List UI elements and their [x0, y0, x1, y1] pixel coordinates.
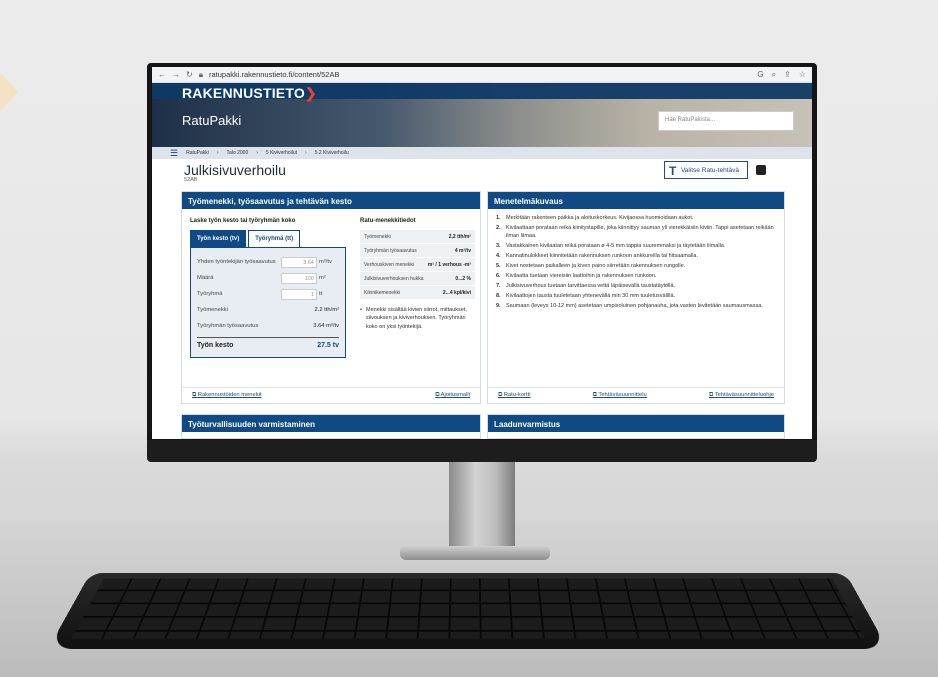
- page-header: Julkisivuverhoilu 52AB T Valitse Ratu-te…: [152, 159, 812, 185]
- link-construction-consumption[interactable]: ⧉ Rakennustöiden menekit: [192, 392, 262, 399]
- keyboard-keys: [71, 578, 865, 639]
- ratu-title: Ratu-menekkitiedot: [360, 218, 416, 224]
- breadcrumb-item[interactable]: RatuPakki: [186, 150, 209, 156]
- labor-panel: Työmenekki, työsaavutus ja tehtävän kest…: [181, 191, 481, 404]
- field-label: Määrä: [197, 275, 214, 281]
- back-icon[interactable]: ←: [158, 70, 166, 79]
- list-item: 2. Kivilaattaan porataan reikä kiinitysta…: [496, 224, 774, 239]
- ratu-row: Julkisivuverhouksen hukka 0...2 %: [360, 272, 475, 286]
- list-item: 9. Saumaan (leveys 10-12 mm) asetetaan um…: [496, 302, 763, 309]
- breadcrumb-item[interactable]: Talo 2000: [227, 150, 249, 156]
- list-item: 8. Kivilaattojen tausta tuuletetaan yhten…: [496, 292, 676, 299]
- ratu-consumption-data: Ratu-menekkitiedot Työmenekki 2,2 tth/m² …: [360, 218, 475, 331]
- total-label: Työn kesto: [197, 342, 234, 349]
- method-steps: 1. Merkitään rakenteen paikka ja aloitusk…: [488, 209, 784, 311]
- team-size-input[interactable]: 1: [281, 288, 317, 300]
- print-icon[interactable]: [756, 165, 766, 175]
- keyboard: [48, 572, 888, 649]
- browser-toolbar: ← → ↻ 🔒︎ ratupakki.rakennustieto.fi/cont…: [152, 67, 812, 83]
- link-ratu-card[interactable]: ⧉ Ratu-kortti: [498, 392, 531, 399]
- total-value: 27.5 tv: [317, 342, 339, 349]
- address-bar[interactable]: ratupakki.rakennustieto.fi/content/52AB: [209, 70, 751, 79]
- share-icon[interactable]: ⇪: [784, 70, 791, 80]
- quantity-input[interactable]: 100: [281, 272, 317, 284]
- quality-panel[interactable]: Laadunvarmistus: [487, 414, 785, 439]
- field-label: Yhden työntekijän työsaavutus: [197, 259, 276, 265]
- star-icon[interactable]: ☆: [799, 70, 806, 80]
- ratu-row: Työmenekki 2,2 tth/m²: [360, 230, 475, 244]
- reload-icon[interactable]: ↻: [186, 70, 193, 79]
- result-value: 3.64 m²/tv: [313, 323, 339, 329]
- safety-panel[interactable]: Työturvallisuuden varmistaminen: [181, 414, 481, 439]
- site-logo[interactable]: RAKENNUSTIETO❯: [182, 85, 317, 102]
- list-item: 4. Kannatinulokkeet kiinnitetään rakennuk…: [496, 252, 699, 259]
- result-label: Työmenekki: [197, 307, 228, 313]
- result-label: Työryhmän työsaavutus: [197, 323, 259, 329]
- breadcrumb-item[interactable]: 5.2 Kiviverhoilu: [315, 150, 349, 156]
- ratu-row: Kiinnikemenekki 2...4 kpl/kivi: [360, 286, 475, 300]
- google-icon[interactable]: G: [757, 70, 763, 80]
- monitor-chin: [147, 440, 817, 462]
- page-code: 52AB: [184, 177, 198, 183]
- lock-icon: 🔒︎: [198, 69, 203, 79]
- ratu-row: Työryhmän työsaavutus 4 m²/tv: [360, 244, 475, 258]
- panel-links: ⧉ Ratu-kortti ⧉ Tehtäväsuunnittelu ⧉ Teh…: [488, 387, 784, 403]
- panel-title: Laadunvarmistus: [488, 415, 784, 432]
- method-panel: Menetelmäkuvaus 1. Merkitään rakenteen pa…: [487, 191, 785, 404]
- site-header: RAKENNUSTIETO❯ RatuPakki Hae RatuPakista…: [152, 83, 812, 147]
- tab-duration[interactable]: Työn kesto (tv): [190, 230, 247, 248]
- panel-links: ⧉ Rakennustöiden menekit ⧉ Ajoitusmalli: [182, 387, 480, 403]
- list-item: 7. Julkisivuverhous tuetaan tarvittaessa …: [496, 282, 676, 289]
- t-icon: T: [668, 164, 677, 178]
- calculator-box: Yhden työntekijän työsaavutus 3.64 m²/tv M…: [190, 247, 346, 358]
- link-scheduling-model[interactable]: ⧉ Ajoitusmalli: [435, 392, 470, 399]
- result-value: 2.2 tth/m²: [314, 307, 339, 313]
- select-ratu-task-button[interactable]: T Valitse Ratu-tehtävä: [663, 161, 748, 179]
- forward-icon[interactable]: →: [172, 70, 180, 79]
- panel-title: Menetelmäkuvaus: [488, 192, 784, 209]
- app-name[interactable]: RatuPakki: [182, 113, 241, 128]
- orange-logo-mark: [0, 72, 18, 112]
- list-item: 6. Kivilaatta tuetaan viereisiin laattoih…: [496, 272, 657, 279]
- ratu-note: Menekki sisältää kivien siirrot, mittauk…: [360, 306, 475, 331]
- monitor-stand-base: [400, 546, 550, 560]
- ratu-row: Verhouskiven menekki m² / 1 verhous -m²: [360, 258, 475, 272]
- unit-label: m²/tv: [319, 259, 332, 265]
- monitor-stand: [449, 460, 515, 556]
- tab-team[interactable]: Työryhmä (tt): [248, 230, 301, 248]
- screen: ← → ↻ 🔒︎ ratupakki.rakennustieto.fi/cont…: [152, 67, 812, 439]
- productivity-input[interactable]: 3.64: [281, 256, 317, 268]
- breadcrumb: ☰ RatuPakki › Talo 2000 › 5 Kiviverhoilut ›…: [152, 147, 812, 159]
- panel-title: Työmenekki, työsaavutus ja tehtävän kest…: [182, 192, 480, 209]
- search-input[interactable]: Hae RatuPakista...: [658, 111, 794, 131]
- page-title: Julkisivuverhoilu: [184, 162, 286, 178]
- list-item: 3. Vastakkainen kivilaatan reikä porataan…: [496, 242, 726, 249]
- panel-title: Työturvallisuuden varmistaminen: [182, 415, 480, 432]
- list-item: 1. Merkitään rakenteen paikka ja aloitusk…: [496, 215, 694, 221]
- zoom-icon[interactable]: ⌕: [772, 70, 776, 80]
- duration-calculator: Laske työn kesto tai työryhmän koko Työn…: [190, 218, 346, 358]
- field-label: Työryhmä: [197, 291, 223, 297]
- unit-label: m²: [319, 275, 326, 281]
- menu-icon[interactable]: ☰: [170, 148, 178, 159]
- breadcrumb-item[interactable]: 5 Kiviverhoilut: [266, 150, 297, 156]
- link-task-planning[interactable]: ⧉ Tehtäväsuunnittelu: [593, 392, 647, 399]
- unit-label: tt: [319, 291, 323, 297]
- list-item: 5. Kivet nostetaan paikalleen ja kiven pa…: [496, 262, 686, 269]
- link-task-planning-guide[interactable]: ⧉ Tehtäväsuunnitteluohje: [709, 392, 774, 399]
- calculator-title: Laske työn kesto tai työryhmän koko: [190, 218, 296, 224]
